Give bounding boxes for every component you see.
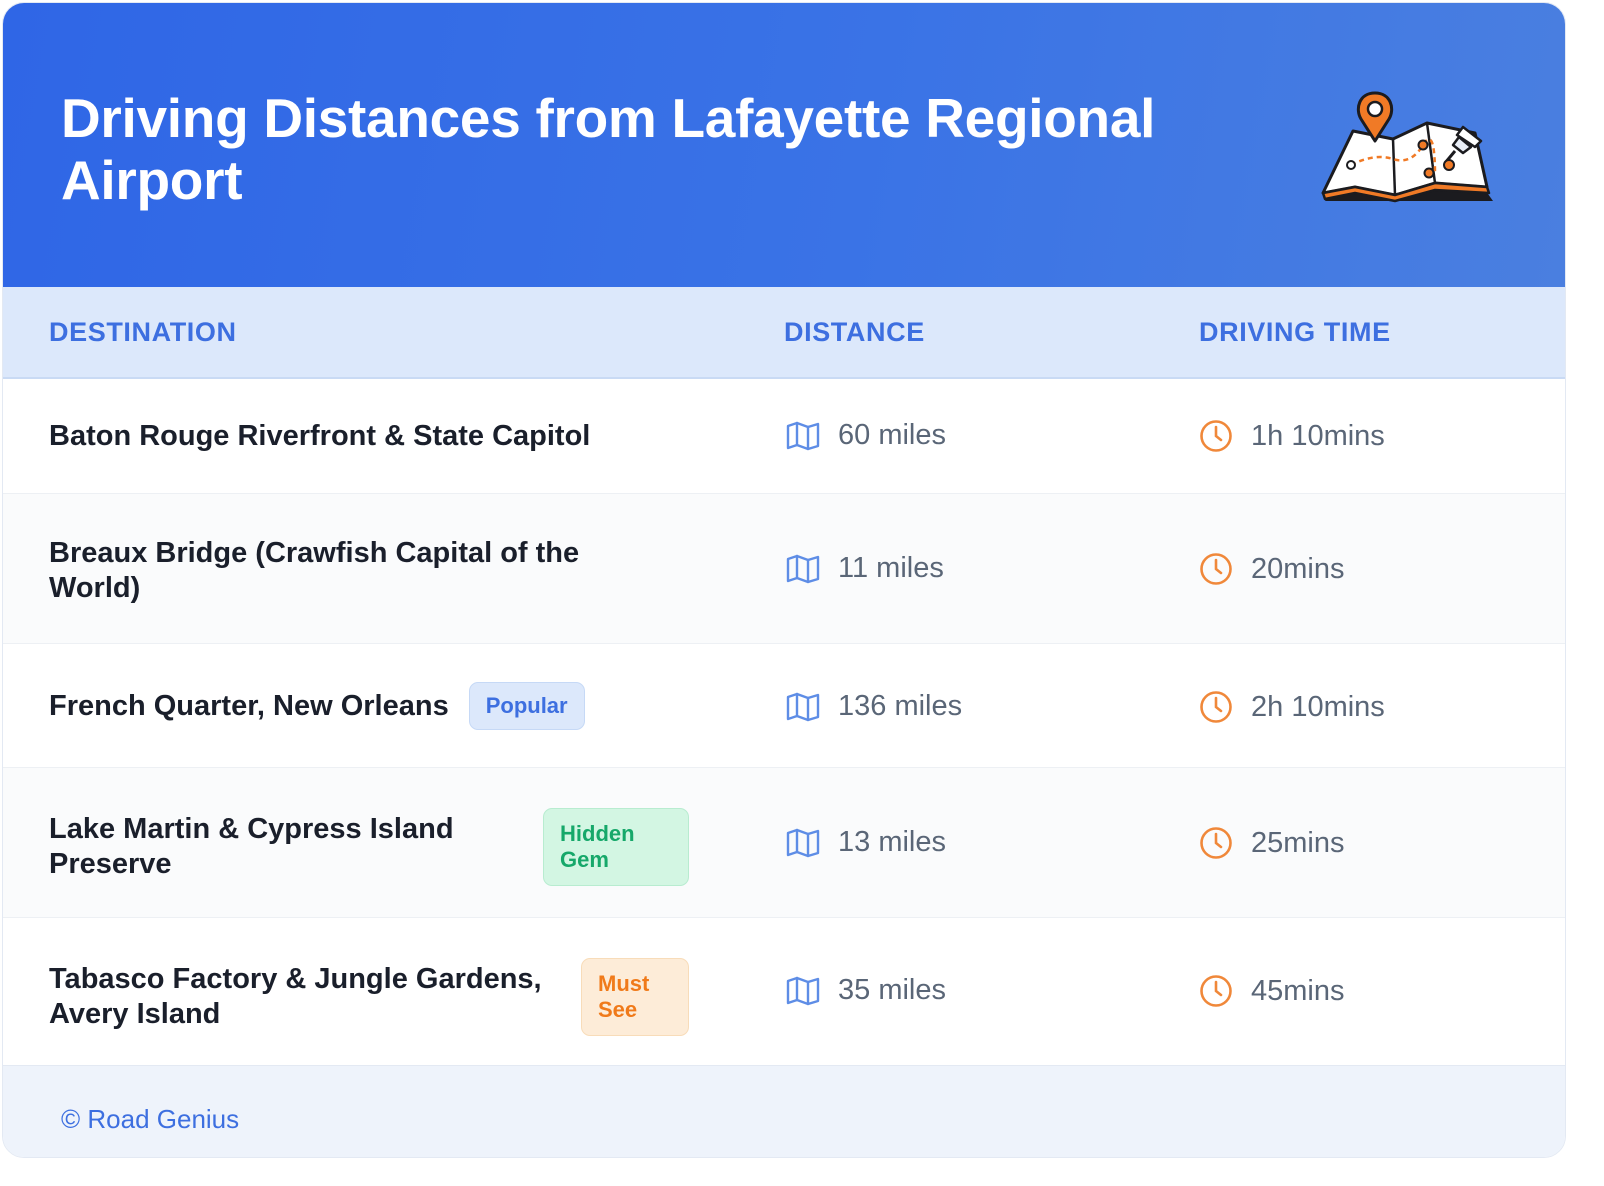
column-header-destination: DESTINATION [49,317,237,347]
table-header: DESTINATION DISTANCE DRIVING TIME [3,287,1565,379]
distance-value: 11 miles [838,552,944,584]
destination-name: Tabasco Factory & Jungle Gardens, Avery … [49,963,542,1030]
distance-cell: 11 miles [786,552,944,585]
header-banner: Driving Distances from Lafayette Regiona… [3,3,1565,287]
map-icon [786,554,820,583]
destination-name: French Quarter, New Orleans [49,689,449,722]
destination-name: Lake Martin & Cypress Island Preserve [49,813,454,880]
footer: © Road Genius [3,1065,1565,1157]
distance-cell: 13 miles [786,826,946,859]
distance-cell: 35 miles [786,974,946,1007]
driving-time-value: 2h 10mins [1251,690,1385,723]
clock-icon [1200,420,1232,452]
driving-time-value: 20mins [1251,552,1345,585]
driving-time-cell: 25mins [1199,826,1345,860]
map-pin-icon [1321,91,1493,203]
driving-time-cell: 2h 10mins [1199,690,1385,724]
destination-name: Breaux Bridge (Crawfish Capital of the W… [49,537,580,604]
map-icon [786,828,820,857]
clock-icon [1200,691,1232,723]
driving-time-cell: 1h 10mins [1199,419,1385,453]
driving-time-value: 25mins [1251,826,1345,859]
popular-badge: Popular [468,682,585,730]
page-title: Driving Distances from Lafayette Regiona… [61,87,1156,211]
driving-time-value: 1h 10mins [1251,419,1385,452]
hidden-gem-badge: Hidden Gem [543,808,689,886]
distance-cell: 136 miles [786,690,962,723]
table-row: Breaux Bridge (Crawfish Capital of the W… [3,494,1565,644]
column-header-driving-time: DRIVING TIME [1199,317,1391,347]
table-row: French Quarter, New Orleans Popular 136 … [3,644,1565,768]
driving-time-cell: 20mins [1199,552,1345,586]
clock-icon [1200,553,1232,585]
table-row: Lake Martin & Cypress Island Preserve Hi… [3,768,1565,918]
map-icon [786,421,820,450]
table-row: Tabasco Factory & Jungle Gardens, Avery … [3,918,1565,1066]
clock-icon [1200,827,1232,859]
distance-value: 35 miles [838,974,946,1006]
clock-icon [1200,975,1232,1007]
driving-time-cell: 45mins [1199,974,1345,1008]
column-header-distance: DISTANCE [784,317,925,347]
distance-cell: 60 miles [786,419,946,452]
driving-time-value: 45mins [1251,974,1345,1007]
distance-table-card: Driving Distances from Lafayette Regiona… [2,2,1566,1158]
distance-value: 13 miles [838,826,946,858]
distance-value: 60 miles [838,419,946,451]
map-icon [786,692,820,721]
distance-value: 136 miles [838,690,963,722]
destination-name: Baton Rouge Riverfront & State Capitol [49,420,591,452]
table-row: Baton Rouge Riverfront & State Capitol 6… [3,379,1565,494]
must-see-badge: Must See [581,958,689,1036]
map-icon [786,976,820,1005]
copyright-text: © Road Genius [61,1104,240,1134]
